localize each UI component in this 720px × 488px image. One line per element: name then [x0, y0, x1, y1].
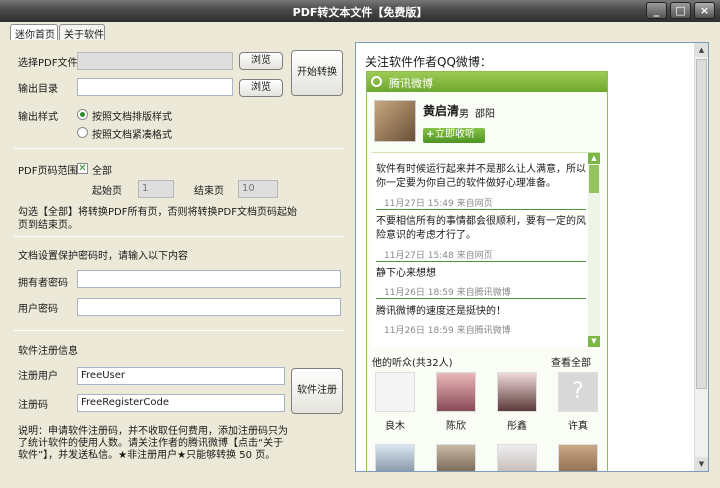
follow-button[interactable]: 立即收听 — [423, 128, 485, 143]
fan-avatar[interactable] — [436, 444, 476, 471]
feed-meta: 11月27日 15:49 来自网页 — [384, 199, 493, 209]
output-style-label: 输出样式 — [18, 112, 58, 123]
fan-avatar[interactable] — [497, 444, 537, 471]
end-page-label: 结束页 — [194, 186, 224, 197]
style-layout-label: 按照文档排版样式 — [92, 112, 172, 123]
owner-password-input[interactable] — [77, 270, 341, 288]
register-button[interactable]: 软件注册 — [291, 368, 343, 414]
feed-item: 不要相信所有的事情都会很顺利，要有一定的风险意识的考虑才行了。 — [376, 216, 586, 241]
select-pdf-label: 选择PDF文件 — [18, 58, 78, 69]
output-dir-input[interactable] — [77, 78, 233, 96]
fan-name[interactable]: 彤鑫 — [497, 417, 537, 432]
scroll-up-icon[interactable]: ▲ — [588, 153, 600, 164]
fan-avatar[interactable] — [558, 444, 598, 471]
user-password-label: 用户密码 — [18, 304, 58, 315]
fan-avatar[interactable] — [436, 372, 476, 412]
fans-title: 他的听众(共32人) — [372, 358, 453, 369]
fan-avatar[interactable] — [497, 372, 537, 412]
feed-meta: 11月26日 18:59 来自腾讯微博 — [384, 326, 511, 336]
scroll-up-icon[interactable]: ▲ — [695, 43, 708, 57]
fan-avatar[interactable] — [375, 444, 415, 471]
author-gender: 男 — [459, 109, 469, 120]
divider — [14, 148, 344, 149]
scroll-down-icon[interactable]: ▼ — [588, 336, 600, 347]
weibo-browser-panel: 关注软件作者QQ微博： 腾讯微博 黄启清 男 邵阳 立即收听 软件有时候运行起来… — [355, 42, 709, 472]
reg-code-label: 注册码 — [18, 400, 48, 411]
maximize-button[interactable]: □ — [670, 2, 691, 19]
page-range-label: PDF页码范围 — [18, 166, 78, 177]
weibo-title: 腾讯微博 — [389, 77, 433, 90]
password-note: 文档设置保护密码时，请输入以下内容 — [18, 251, 188, 262]
start-page-input[interactable]: 1 — [138, 180, 174, 198]
feed-divider — [376, 209, 586, 210]
style-compact-radio[interactable] — [77, 127, 88, 138]
minimize-button[interactable]: _ — [646, 2, 667, 19]
view-all-link[interactable]: 查看全部 — [551, 354, 591, 369]
browse-output-button[interactable]: 浏览 — [239, 79, 283, 97]
author-city: 邵阳 — [475, 109, 495, 120]
browse-pdf-button[interactable]: 浏览 — [239, 52, 283, 70]
style-layout-radio[interactable] — [77, 109, 88, 120]
owner-password-label: 拥有者密码 — [18, 278, 68, 289]
footer-note: 说明：申请软件注册码，并不收取任何费用，添加注册码只为了统计软件的使用人数。请关… — [18, 426, 288, 461]
window-title: PDF转文本文件【免费版】 — [292, 6, 428, 19]
feed-item: 腾讯微博的速度还是挺快的！ — [376, 306, 506, 317]
scroll-thumb[interactable] — [589, 165, 599, 193]
feed-item: 静下心来想想 — [376, 268, 436, 279]
default-avatar-icon[interactable]: ? — [558, 372, 598, 412]
pdf-file-input[interactable] — [77, 52, 233, 70]
weibo-feed: 软件有时候运行起来并不是那么让人满意，所以你一定要为你自己的软件做好心理准备。 … — [372, 152, 600, 347]
scroll-thumb[interactable] — [696, 59, 707, 389]
scroll-down-icon[interactable]: ▼ — [695, 457, 708, 471]
tab-mini-home[interactable]: 迷你首页 — [10, 24, 58, 41]
fan-name[interactable]: 陈欣 — [436, 417, 476, 432]
settings-panel: 选择PDF文件 浏览 输出目录 浏览 开始转换 输出样式 按照文档排版样式 按照… — [10, 40, 350, 472]
feed-item: 软件有时候运行起来并不是那么让人满意，所以你一定要为你自己的软件做好心理准备。 — [376, 164, 586, 189]
author-name[interactable]: 黄启清 — [423, 102, 459, 119]
feed-meta: 11月26日 18:59 来自腾讯微博 — [384, 288, 511, 298]
feed-divider — [376, 298, 586, 299]
fan-name[interactable]: 良木 — [375, 417, 415, 432]
main-scrollbar[interactable]: ▲ ▼ — [694, 43, 708, 471]
feed-meta: 11月27日 15:48 来自网页 — [384, 251, 493, 261]
divider — [14, 330, 344, 331]
reg-user-input[interactable]: FreeUser — [77, 367, 285, 385]
feed-divider — [376, 261, 586, 262]
start-page-label: 起始页 — [92, 186, 122, 197]
start-convert-button[interactable]: 开始转换 — [291, 50, 343, 96]
all-pages-label: 全部 — [92, 166, 112, 177]
weibo-widget: 腾讯微博 黄启清 男 邵阳 立即收听 软件有时候运行起来并不是那么让人满意，所以… — [366, 71, 608, 471]
range-note: 勾选【全部】将转换PDF所有页，否则将转换PDF文档页码起始页到结束页。 — [18, 207, 297, 231]
close-button[interactable]: × — [694, 2, 715, 19]
end-page-input[interactable]: 10 — [238, 180, 278, 198]
output-dir-label: 输出目录 — [18, 84, 58, 95]
fan-name[interactable]: 许真 — [558, 417, 598, 432]
style-compact-label: 按照文档紧凑格式 — [92, 130, 172, 141]
reg-user-label: 注册用户 — [18, 371, 58, 382]
title-bar: PDF转文本文件【免费版】 _ □ × — [0, 0, 720, 22]
tab-about[interactable]: 关于软件 — [59, 24, 105, 41]
reg-info-label: 软件注册信息 — [18, 346, 78, 357]
weibo-logo-icon — [371, 76, 382, 87]
follow-author-heading: 关注软件作者QQ微博： — [365, 55, 492, 69]
reg-code-input[interactable]: FreeRegisterCode — [77, 394, 285, 412]
all-pages-checkbox[interactable]: ✕ — [77, 163, 88, 174]
divider — [14, 236, 344, 237]
weibo-header: 腾讯微博 — [367, 72, 607, 92]
fan-avatar[interactable] — [375, 372, 415, 412]
author-avatar[interactable] — [374, 100, 416, 142]
user-password-input[interactable] — [77, 298, 341, 316]
feed-scrollbar[interactable]: ▲ ▼ — [588, 153, 600, 347]
